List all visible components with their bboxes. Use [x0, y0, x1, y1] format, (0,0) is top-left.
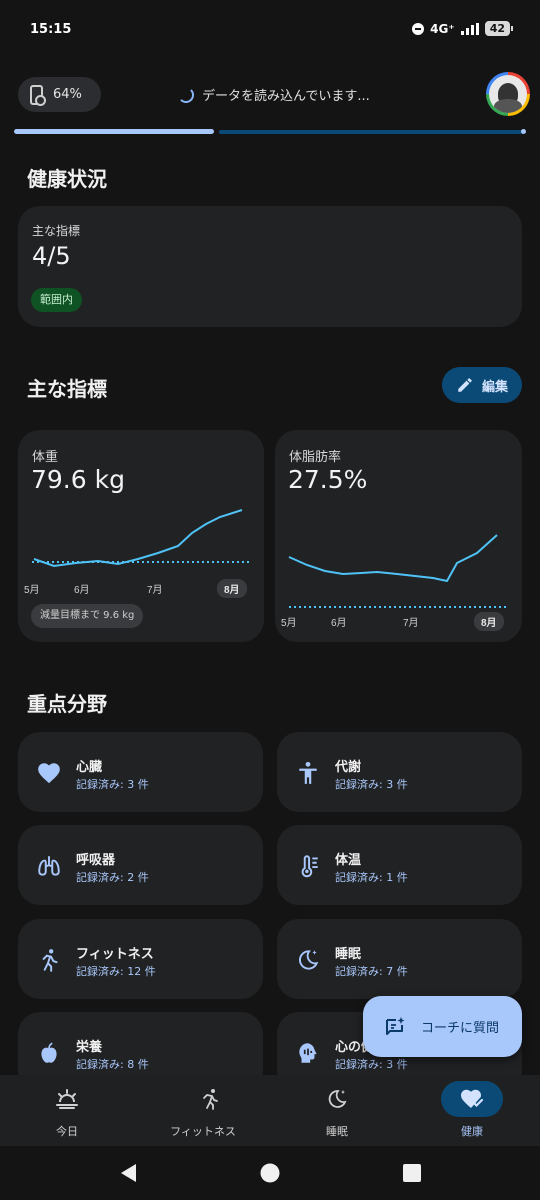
focus-areas-title: 重点分野: [27, 692, 107, 716]
focus-count: 記録済み: 3 件: [76, 778, 149, 791]
running-icon: [203, 1089, 218, 1110]
phone-battery-icon: [30, 84, 46, 106]
health-status-title: 健康状況: [27, 167, 107, 191]
weight-label: 体重: [32, 450, 59, 465]
battery-indicator: 42: [484, 21, 514, 36]
body-fat-month-aug: 8月: [481, 617, 497, 629]
nav-today-label: 今日: [56, 1125, 78, 1138]
focus-name: 体温: [335, 853, 362, 868]
focus-card-heart[interactable]: 心臓 記録済み: 3 件: [18, 732, 263, 812]
edit-label: 編集: [481, 379, 508, 395]
weight-month-jul: 7月: [147, 584, 163, 596]
nav-sleep[interactable]: 睡眠: [306, 1075, 368, 1146]
network-type: 4G⁺: [430, 21, 455, 36]
focus-count: 記録済み: 1 件: [335, 871, 408, 884]
body-fat-label: 体脂肪率: [289, 450, 342, 465]
person-icon: [299, 761, 317, 784]
edit-button[interactable]: 編集: [442, 367, 522, 403]
progress-segment-pending: [219, 130, 523, 134]
do-not-disturb-icon: [412, 22, 425, 35]
pencil-icon: [458, 378, 472, 392]
ask-coach-label: コーチに質問: [421, 1021, 500, 1036]
mind-icon: [299, 1043, 317, 1063]
nav-fitness[interactable]: フィットネス: [158, 1075, 248, 1146]
weight-month-may: 5月: [24, 584, 40, 596]
status-icons: 4G⁺ 42: [412, 21, 514, 36]
sunrise-icon: [56, 1089, 78, 1109]
loading-indicator: データを読み込んでいます...: [178, 85, 370, 104]
weight-card[interactable]: 体重 79.6 kg 5月 6月 7月 8月 減量目標まで 9.6 kg: [18, 430, 264, 642]
focus-card-respiratory[interactable]: 呼吸器 記録済み: 2 件: [18, 825, 263, 905]
focus-count: 記録済み: 2 件: [76, 871, 149, 884]
avatar-image: [489, 75, 527, 113]
system-navigation-bar: [0, 1146, 540, 1200]
key-metrics-title: 主な指標: [27, 377, 107, 401]
focus-count: 記録済み: 8 件: [76, 1058, 149, 1071]
focus-name: 心臓: [76, 760, 103, 775]
focus-count: 記録済み: 3 件: [335, 778, 408, 791]
moon-icon: [328, 1090, 347, 1108]
loading-text: データを読み込んでいます...: [202, 89, 370, 104]
nav-health[interactable]: 健康: [441, 1075, 503, 1146]
back-icon[interactable]: [118, 1162, 138, 1184]
nav-today[interactable]: 今日: [36, 1075, 98, 1146]
focus-name: 睡眠: [335, 947, 362, 962]
body-fat-trend-line: [288, 534, 498, 583]
status-time: 15:15: [30, 22, 72, 37]
ask-coach-button[interactable]: コーチに質問: [363, 996, 522, 1057]
weight-chart: 5月 6月 7月 8月: [24, 509, 252, 598]
health-status-value: 4/5: [32, 242, 71, 270]
thermometer-icon: [301, 855, 318, 878]
running-icon: [42, 949, 58, 972]
weight-month-jun: 6月: [74, 584, 90, 596]
moon-icon: [299, 950, 319, 970]
nav-fitness-label: フィットネス: [170, 1125, 236, 1138]
focus-count: 記録済み: 7 件: [335, 965, 408, 978]
focus-name: 栄養: [76, 1040, 103, 1055]
nav-sleep-label: 睡眠: [326, 1125, 348, 1138]
progress-end-dot: [521, 129, 526, 134]
health-status-label: 主な指標: [32, 224, 81, 238]
in-range-badge: 範囲内: [31, 288, 82, 312]
focus-name: 呼吸器: [76, 853, 116, 868]
chat-sparkle-icon: [386, 1016, 405, 1035]
home-icon[interactable]: [260, 1163, 280, 1183]
device-battery-chip[interactable]: 64%: [18, 77, 101, 112]
body-fat-month-jun: 6月: [331, 617, 347, 629]
heart-check-icon: [461, 1089, 484, 1108]
apple-icon: [41, 1042, 57, 1063]
progress-segment-complete: [14, 129, 214, 134]
signal-icon: [460, 22, 479, 35]
nav-health-label: 健康: [461, 1125, 483, 1138]
heart-icon: [38, 763, 60, 784]
focus-name: フィットネス: [76, 947, 154, 962]
focus-card-temperature[interactable]: 体温 記録済み: 1 件: [277, 825, 522, 905]
focus-count: 記録済み: 12 件: [76, 965, 156, 978]
spinner-icon: [178, 86, 194, 103]
health-status-card[interactable]: 主な指標 4/5 範囲内: [18, 206, 522, 327]
body-fat-month-jul: 7月: [403, 617, 419, 629]
recents-icon[interactable]: [403, 1164, 421, 1182]
focus-card-metabolism[interactable]: 代謝 記録済み: 3 件: [277, 732, 522, 812]
account-avatar[interactable]: [486, 72, 530, 116]
weight-month-aug: 8月: [224, 584, 240, 596]
body-fat-chart: 5月 6月 7月 8月: [281, 534, 509, 631]
weight-goal-chip: 減量目標まで 9.6 kg: [31, 604, 144, 628]
bottom-navigation: 今日 フィットネス 睡眠 健康: [0, 1075, 540, 1146]
status-bar: 15:15 4G⁺ 42: [0, 0, 540, 60]
device-battery-value: 64%: [53, 87, 82, 102]
focus-name: 代謝: [335, 760, 362, 775]
focus-count: 記録済み: 3 件: [335, 1058, 408, 1071]
focus-card-fitness[interactable]: フィットネス 記録済み: 12 件: [18, 919, 263, 999]
focus-card-sleep[interactable]: 睡眠 記録済み: 7 件: [277, 919, 522, 999]
lungs-icon: [38, 856, 60, 876]
body-fat-card[interactable]: 体脂肪率 27.5% 5月 6月 7月 8月: [275, 430, 522, 642]
body-fat-month-may: 5月: [281, 617, 297, 629]
weight-trend-line: [33, 509, 243, 568]
